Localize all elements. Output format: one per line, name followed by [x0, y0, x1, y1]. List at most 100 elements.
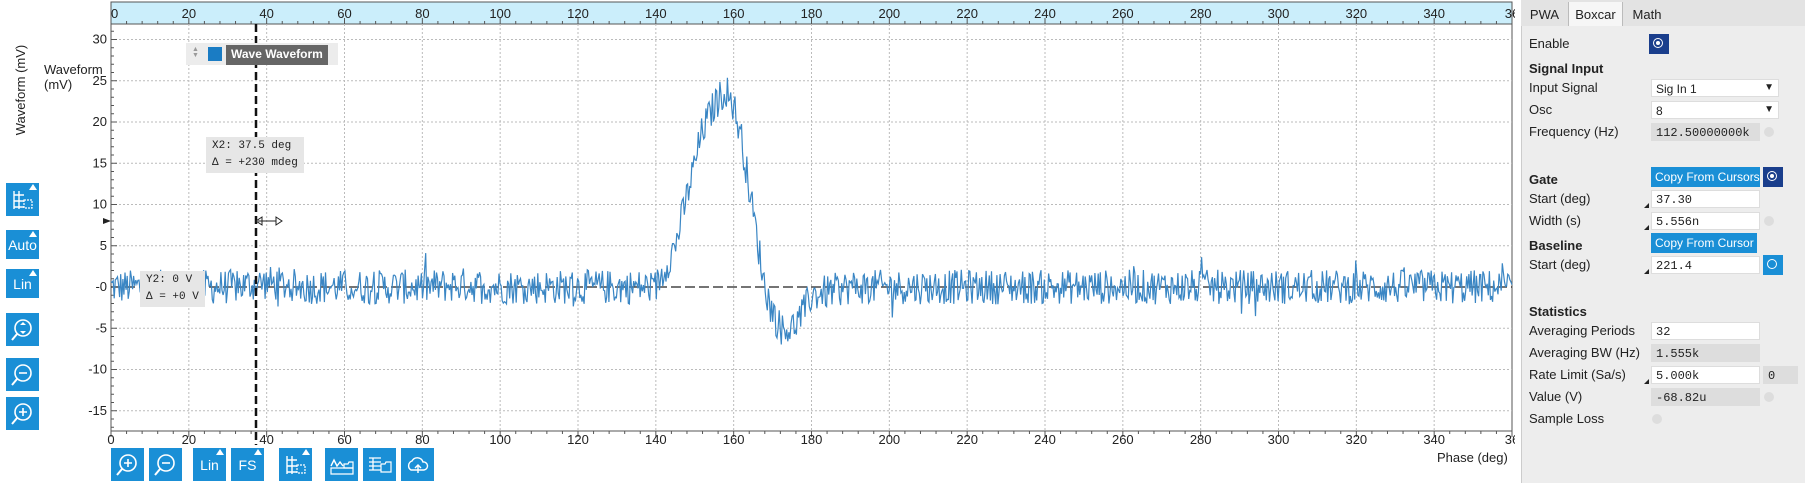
- gate-width-status-icon: [1764, 216, 1774, 226]
- avg-periods-input[interactable]: 32: [1651, 322, 1760, 340]
- tab-boxcar-label: Boxcar: [1575, 6, 1616, 22]
- osc-label: Osc: [1529, 102, 1553, 117]
- auto-scale-button[interactable]: Auto: [6, 230, 39, 259]
- save-waveform-button[interactable]: [325, 448, 358, 481]
- cursor-grid-button[interactable]: [6, 183, 39, 216]
- zoom-in-button[interactable]: [6, 397, 39, 430]
- copy-from-cursors-button[interactable]: Copy From Cursors: [1651, 167, 1760, 187]
- bottom-tick-label: 0: [107, 432, 114, 447]
- y-tick-label: 15: [93, 155, 107, 170]
- avg-bw-field: 1.555k: [1651, 344, 1760, 362]
- plot-svg: 0 20 40 60 80 100 120 140 160 180 200 220 240 260 280 3…: [88, 1, 1515, 447]
- bottom-tick-label: 280: [1190, 432, 1212, 447]
- top-tick-label: 60: [337, 6, 351, 21]
- save-table-button[interactable]: [363, 448, 396, 481]
- zoom-in-icon: [115, 453, 137, 476]
- zoom-vertical-button[interactable]: [6, 313, 39, 346]
- top-tick-label: 120: [567, 6, 589, 21]
- avg-periods-label: Averaging Periods: [1529, 323, 1635, 338]
- y-tick-label: 5: [100, 238, 107, 253]
- bottom-tick-label: 140: [645, 432, 667, 447]
- gate-width-label: Width (s): [1529, 213, 1581, 228]
- legend[interactable]: ▲ ▼ Wave Waveform: [186, 43, 338, 65]
- top-tick-label: 220: [956, 6, 978, 21]
- lin-scale-button[interactable]: Lin: [6, 269, 39, 298]
- grid-cursor-icon: [12, 190, 33, 209]
- osc-select[interactable]: 8 ▼: [1651, 101, 1779, 119]
- y-cursor-delta: Δ = +0 V: [146, 291, 199, 303]
- tab-math[interactable]: Math: [1624, 2, 1670, 26]
- statistics-heading: Statistics: [1529, 304, 1587, 319]
- input-signal-select[interactable]: Sig In 1 ▼: [1651, 79, 1779, 97]
- bottom-lin-button[interactable]: Lin: [193, 448, 226, 481]
- tab-math-label: Math: [1632, 6, 1662, 22]
- zoom-out-button[interactable]: [6, 358, 39, 391]
- gate-toggle[interactable]: [1763, 167, 1783, 187]
- top-tick-label: 0: [111, 6, 118, 21]
- legend-handle-icon[interactable]: ▲ ▼: [192, 46, 199, 59]
- gate-start-label: Start (deg): [1529, 191, 1591, 206]
- bottom-tick-label: 300: [1268, 432, 1290, 447]
- frequency-status-icon: [1764, 127, 1774, 137]
- rate-limit-label: Rate Limit (Sa/s): [1529, 367, 1626, 382]
- baseline-heading: Baseline: [1529, 238, 1583, 253]
- bottom-tick-label: 40: [259, 432, 273, 447]
- top-tick-label: 40: [259, 6, 273, 21]
- legend-label: Wave Waveform: [226, 45, 328, 65]
- y-axis-title: Waveform (mV): [13, 44, 28, 136]
- input-signal-value: Sig In 1: [1656, 82, 1697, 96]
- tab-boxcar[interactable]: Boxcar: [1568, 2, 1623, 26]
- bottom-fs-button[interactable]: FS: [231, 448, 264, 481]
- bottom-tick-label: 180: [801, 432, 823, 447]
- y-tick-label: -10: [88, 362, 107, 377]
- top-tick-label: 180: [801, 6, 823, 21]
- bottom-tick-label: 200: [878, 432, 900, 447]
- plot-area[interactable]: Waveform (mV) 0 20 40 60 80 100 120 140 160 180 20…: [0, 0, 1515, 483]
- top-tick-label: 300: [1268, 6, 1290, 21]
- table-folder-icon: [368, 456, 392, 473]
- gate-width-corner: [1644, 225, 1649, 230]
- signal-input-heading: Signal Input: [1529, 61, 1604, 76]
- top-tick-label: 320: [1345, 6, 1367, 21]
- bottom-tick-label: 260: [1112, 432, 1134, 447]
- bottom-tick-label: 320: [1345, 432, 1367, 447]
- y-tick-label: 20: [93, 114, 107, 129]
- top-tick-label: 340: [1423, 6, 1445, 21]
- x-cursor-delta: Δ = +230 mdeg: [212, 157, 298, 169]
- gate-start-corner: [1644, 203, 1649, 208]
- x-cursor-readout: X2: 37.5 deg Δ = +230 mdeg: [206, 137, 304, 173]
- baseline-start-corner: [1644, 269, 1649, 274]
- tab-pwa-label: PWA: [1529, 6, 1560, 22]
- top-tick-label: 20: [182, 6, 196, 21]
- cloud-upload-button[interactable]: [401, 448, 434, 481]
- rate-limit-corner: [1644, 379, 1649, 384]
- gate-heading: Gate: [1529, 172, 1558, 187]
- bottom-zoom-in-button[interactable]: [111, 448, 144, 481]
- bottom-tick-label: 240: [1034, 432, 1056, 447]
- osc-value: 8: [1656, 104, 1663, 118]
- y-cursor-value: Y2: 0 V: [146, 274, 193, 286]
- top-tick-label: 80: [415, 6, 429, 21]
- x-cursor-value: X2: 37.5 deg: [212, 140, 292, 152]
- baseline-start-input[interactable]: 221.4: [1651, 256, 1760, 274]
- chevron-down-icon: ▼: [1764, 82, 1774, 93]
- bottom-tick-label: 60: [337, 432, 351, 447]
- gate-start-input[interactable]: 37.30: [1651, 190, 1760, 208]
- enable-toggle[interactable]: [1649, 34, 1669, 54]
- baseline-toggle[interactable]: [1763, 255, 1783, 275]
- rate-limit-input[interactable]: 5.000k: [1651, 366, 1760, 384]
- auto-label: Auto: [8, 236, 37, 253]
- gate-width-input[interactable]: 5.556n: [1651, 212, 1760, 230]
- tab-pwa[interactable]: PWA: [1522, 2, 1567, 26]
- bottom-tick-label: 120: [567, 432, 589, 447]
- y-tick-label: 25: [93, 73, 107, 88]
- copy-from-cursor-button[interactable]: Copy From Cursor: [1651, 233, 1757, 253]
- bottom-tick-label: 160: [723, 432, 745, 447]
- top-tick-label: 140: [645, 6, 667, 21]
- bottom-cursor-grid-button[interactable]: [279, 448, 312, 481]
- bottom-zoom-out-button[interactable]: [149, 448, 182, 481]
- frequency-label: Frequency (Hz): [1529, 124, 1619, 139]
- y-tick-label: 30: [93, 32, 107, 47]
- y-tick-label: -0: [95, 279, 107, 294]
- bottom-tick-label: 36: [1505, 432, 1515, 447]
